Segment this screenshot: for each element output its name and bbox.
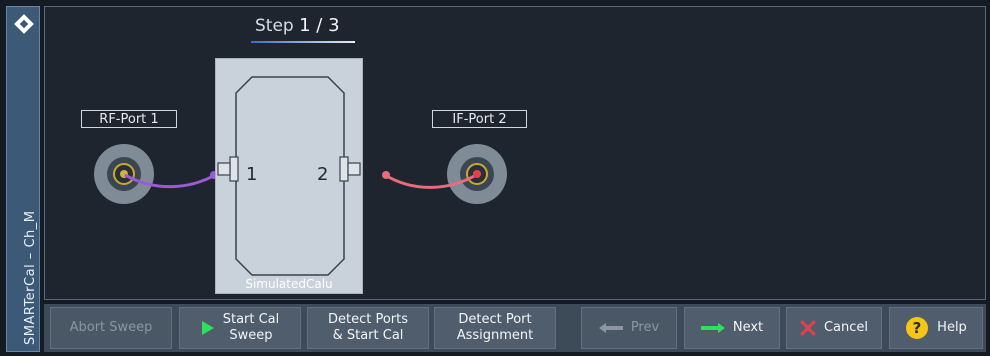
detect-ports-label-1: Detect Ports — [327, 312, 409, 327]
dut-name: SimulatedCalu — [245, 277, 333, 291]
next-label: Next — [732, 320, 764, 335]
calibration-canvas: Step 1 / 3 RF-Port 1 IF-Port 2 1 2 Simul… — [44, 6, 986, 300]
start-cal-label-1: Start Cal — [222, 312, 280, 327]
abort-sweep-label: Abort Sweep — [69, 320, 153, 335]
prev-button[interactable]: Prev — [581, 307, 677, 349]
cancel-label: Cancel — [823, 320, 869, 335]
side-title-bar: SMARTerCal – Ch_M — [6, 6, 40, 352]
detect-ports-start-cal-button[interactable]: Detect Ports & Start Cal — [307, 307, 429, 349]
next-button[interactable]: Next — [684, 307, 780, 349]
dut-outline — [217, 76, 361, 276]
close-icon — [800, 320, 816, 336]
help-label: Help — [937, 320, 967, 335]
rf-port-1-connector[interactable] — [94, 144, 154, 204]
if-cable-end — [382, 171, 390, 179]
detect-assign-label-1: Detect Port — [458, 312, 532, 327]
cancel-button[interactable]: Cancel — [786, 307, 882, 349]
svg-text:?: ? — [913, 319, 922, 337]
start-cal-label-2: Sweep — [229, 328, 273, 343]
dut-port-2-number: 2 — [317, 164, 329, 185]
device-under-test: 1 2 SimulatedCalu — [215, 58, 363, 294]
help-icon: ? — [905, 316, 929, 340]
rohde-schwarz-logo-icon — [14, 14, 34, 34]
prev-label: Prev — [630, 320, 660, 335]
detect-port-assignment-button[interactable]: Detect Port Assignment — [434, 307, 556, 349]
detect-ports-label-2: & Start Cal — [332, 328, 404, 343]
help-button[interactable]: ? Help — [889, 307, 983, 349]
arrow-left-icon — [598, 322, 623, 334]
detect-assign-label-2: Assignment — [456, 328, 534, 343]
play-icon — [201, 320, 215, 336]
abort-sweep-button[interactable]: Abort Sweep — [50, 307, 172, 349]
arrow-right-icon — [700, 322, 725, 334]
connection-diagram — [94, 144, 507, 204]
start-cal-sweep-button[interactable]: Start Cal Sweep — [179, 307, 301, 349]
wizard-toolbar: Abort Sweep Start Cal Sweep Detect Ports… — [44, 304, 986, 352]
dut-port-1-number: 1 — [246, 164, 258, 185]
